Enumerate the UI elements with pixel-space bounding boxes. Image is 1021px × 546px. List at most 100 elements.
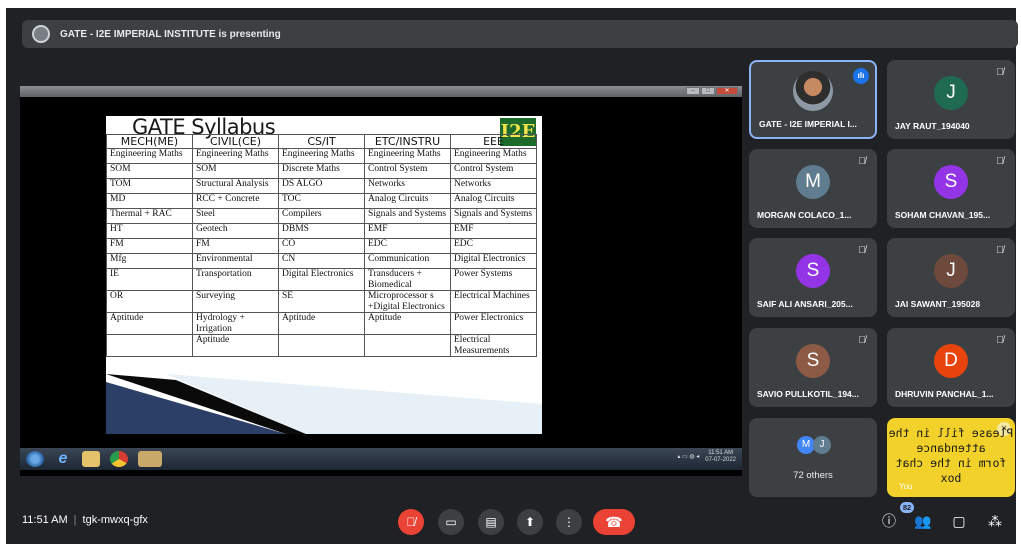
maximize-icon: □	[701, 87, 715, 95]
table-cell: SOM	[192, 163, 279, 179]
table-cell: FM	[106, 238, 193, 254]
notice-line: form in the chat	[895, 456, 1007, 470]
table-cell: FM	[192, 238, 279, 254]
table-cell: OR	[106, 290, 193, 313]
chat-button[interactable]: ▢	[948, 510, 970, 532]
meeting-code[interactable]: tgk-mwxq-gfx	[83, 514, 148, 526]
column-header: ETC/INSTRU	[364, 134, 451, 149]
syllabus-table: MECH(ME) CIVIL(CE) CS/IT ETC/INSTRU EEE Engi…	[106, 134, 537, 357]
chat-icon: ▢	[952, 513, 966, 529]
separator: |	[73, 514, 77, 526]
table-cell: Digital Electronics	[278, 268, 365, 291]
table-cell: Analog Circuits	[450, 193, 537, 209]
table-cell: SOM	[106, 163, 193, 179]
table-cell: Microprocessor s +Digital Electronics	[364, 290, 451, 313]
table-cell: Electrical Measurements	[450, 334, 537, 357]
media-player-icon	[138, 451, 162, 467]
internet-explorer-icon: e	[58, 450, 68, 467]
table-cell: Compilers	[278, 208, 365, 224]
table-cell: EMF	[450, 223, 537, 239]
mic-off-icon: 🎙̸	[858, 245, 866, 256]
camera-icon: ▭	[445, 515, 457, 529]
participant-tile[interactable]: 🎙̸ J JAY RAUT_194040	[887, 60, 1015, 139]
table-cell: Transportation	[192, 268, 279, 291]
table-cell: Engineering Maths	[278, 148, 365, 164]
table-cell: Thermal + RAC	[106, 208, 193, 224]
participant-tile[interactable]: 🎙̸ J JAI SAWANT_195028	[887, 238, 1015, 317]
info-icon: ⓘ	[882, 513, 896, 529]
table-cell: Engineering Maths	[364, 148, 451, 164]
clock-time: 11:51 AM	[22, 514, 68, 526]
notice-line: Please fill in the	[888, 426, 1014, 440]
table-cell: Control System	[450, 163, 537, 179]
participant-name: JAY RAUT_194040	[895, 121, 970, 131]
people-icon: 👥	[914, 513, 932, 529]
captions-button[interactable]: ▤	[478, 509, 504, 535]
participant-tile[interactable]: 🎙̸ M MORGAN COLACO_1...	[749, 149, 877, 228]
leave-call-button[interactable]: ☎	[593, 509, 635, 535]
table-cell: EDC	[450, 238, 537, 254]
mic-off-icon: 🎙̸	[996, 67, 1004, 78]
table-cell: TOM	[106, 178, 193, 194]
mirrored-notice: Please fill in the attendance form in th…	[887, 426, 1015, 486]
meeting-info-button[interactable]: ⓘ	[878, 510, 900, 532]
tray-icons: ▴ ▭ ◍ ◂	[677, 453, 700, 460]
mic-toggle-button[interactable]: 🎙̸	[398, 509, 424, 535]
table-cell: Mfg	[106, 253, 193, 269]
camera-toggle-button[interactable]: ▭	[438, 509, 464, 535]
mic-off-icon: 🎙̸	[996, 156, 1004, 167]
table-cell: Discrete Maths	[278, 163, 365, 179]
more-vert-icon: ⋮	[563, 515, 575, 529]
participant-tile-presenter[interactable]: ılı GATE - I2E IMPERIAL I...	[749, 60, 877, 139]
self-video-tile[interactable]: ✕ Please fill in the attendance form in …	[887, 418, 1015, 497]
participant-tile[interactable]: 🎙̸ S SOHAM CHAVAN_195...	[887, 149, 1015, 228]
table-cell: Signals and Systems	[364, 208, 451, 224]
table-cell: EMF	[364, 223, 451, 239]
participant-name: SAVIO PULLKOTIL_194...	[757, 389, 859, 399]
participant-tile[interactable]: 🎙̸ S SAVIO PULLKOTIL_194...	[749, 328, 877, 407]
column-header: MECH(ME)	[106, 134, 193, 149]
avatar: S	[934, 165, 968, 199]
activities-button[interactable]: ⁂	[984, 510, 1006, 532]
table-row: Aptitude Electrical Measurements	[106, 334, 537, 357]
table-cell	[278, 334, 365, 357]
meeting-details: 11:51 AM | tgk-mwxq-gfx	[22, 514, 148, 526]
participant-tile[interactable]: 🎙̸ D DHRUVIN PANCHAL_1...	[887, 328, 1015, 407]
table-row: OR Surveying SE Microprocessor s +Digital E…	[106, 290, 537, 313]
column-header: CS/IT	[278, 134, 365, 149]
others-avatars: M J	[797, 436, 831, 454]
avatar: J	[813, 436, 831, 454]
table-row: IE Transportation Digital Electronics Trans…	[106, 268, 537, 291]
table-cell	[364, 334, 451, 357]
more-options-button[interactable]: ⋮	[556, 509, 582, 535]
table-cell: Hydrology + Irrigation	[192, 312, 279, 335]
avatar: D	[934, 344, 968, 378]
others-tile[interactable]: M J 72 others	[749, 418, 877, 497]
table-row: Thermal + RAC Steel Compilers Signals and S…	[106, 208, 537, 224]
present-button[interactable]: ⬆	[517, 509, 543, 535]
mic-off-icon: 🎙̸	[858, 335, 866, 346]
meet-window: GATE - I2E IMPERIAL INSTITUTE is present…	[6, 8, 1018, 544]
table-header-row: MECH(ME) CIVIL(CE) CS/IT ETC/INSTRU EEE	[106, 134, 537, 149]
table-row: HT Geotech DBMS EMF EMF	[106, 223, 537, 239]
avatar: S	[796, 344, 830, 378]
participant-tile[interactable]: 🎙̸ S SAIF ALI ANSARI_205...	[749, 238, 877, 317]
activities-icon: ⁂	[988, 513, 1002, 529]
slide-decoration	[106, 374, 542, 434]
table-cell: Structural Analysis	[192, 178, 279, 194]
table-cell: Engineering Maths	[192, 148, 279, 164]
present-screen-icon: ⬆	[524, 515, 536, 529]
table-row: Mfg Environmental CN Communication Digital E…	[106, 253, 537, 269]
people-button[interactable]: 👥	[912, 510, 934, 532]
table-cell: Geotech	[192, 223, 279, 239]
participant-name: MORGAN COLACO_1...	[757, 210, 852, 220]
presenter-photo	[793, 71, 833, 111]
table-row: Aptitude Hydrology + Irrigation Aptitude Ap…	[106, 312, 537, 335]
table-body: Engineering Maths Engineering Maths Engine…	[106, 148, 537, 357]
mic-off-icon: 🎙̸	[996, 335, 1004, 346]
shared-screen[interactable]: – □ ✕ GATE Syllabus I2E MECH(ME) CIVIL(CE…	[20, 86, 742, 476]
participant-name: SAIF ALI ANSARI_205...	[757, 299, 853, 309]
windows-taskbar: e ▴ ▭ ◍ ◂ 11:51 AM 07-07-2022	[20, 448, 742, 470]
table-cell: Engineering Maths	[450, 148, 537, 164]
avatar: J	[934, 254, 968, 288]
